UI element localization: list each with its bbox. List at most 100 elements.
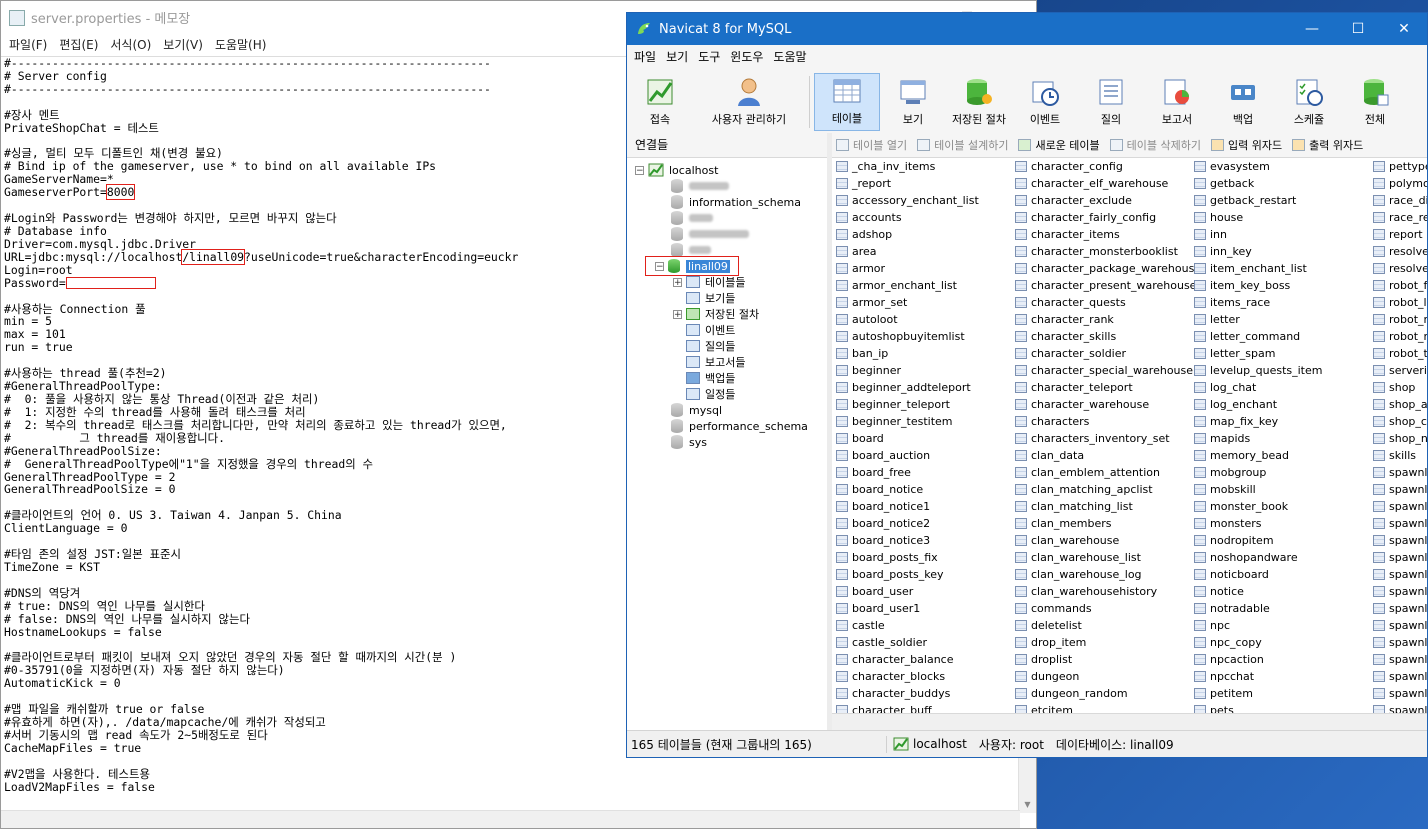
- navicat-close-button[interactable]: ✕: [1381, 13, 1427, 45]
- table-item[interactable]: spawnlis: [1373, 600, 1427, 617]
- table-item[interactable]: monster_book: [1194, 498, 1322, 515]
- table-item[interactable]: castle_soldier: [836, 634, 979, 651]
- table-item[interactable]: resolver: [1373, 243, 1427, 260]
- table-item[interactable]: monsters: [1194, 515, 1322, 532]
- nv-menu-help[interactable]: 도움말: [768, 48, 811, 65]
- table-item[interactable]: character_warehouse: [1015, 396, 1201, 413]
- menu-edit[interactable]: 편집(E): [53, 36, 104, 53]
- table-item[interactable]: character_fairly_config: [1015, 209, 1201, 226]
- table-item[interactable]: polymor: [1373, 175, 1427, 192]
- import-wizard-button[interactable]: 입력 위자드: [1211, 137, 1282, 153]
- tree-node-db-blurred-2[interactable]: [671, 210, 713, 226]
- table-item[interactable]: robot_te: [1373, 345, 1427, 362]
- table-item[interactable]: commands: [1015, 600, 1201, 617]
- table-item[interactable]: notradable: [1194, 600, 1322, 617]
- table-item[interactable]: armor: [836, 260, 979, 277]
- table-item[interactable]: character_soldier: [1015, 345, 1201, 362]
- table-item[interactable]: item_enchant_list: [1194, 260, 1322, 277]
- tree-node-db-blurred-3[interactable]: [671, 226, 749, 242]
- table-item[interactable]: letter_command: [1194, 328, 1322, 345]
- navicat-maximize-button[interactable]: ☐: [1335, 13, 1381, 45]
- table-item[interactable]: character_skills: [1015, 328, 1201, 345]
- tree-node-queries[interactable]: 질의들: [686, 338, 735, 354]
- table-item[interactable]: character_quests: [1015, 294, 1201, 311]
- design-table-button[interactable]: 테이블 설계하기: [917, 137, 1008, 153]
- table-item[interactable]: board_user1: [836, 600, 979, 617]
- table-item[interactable]: clan_warehousehistory: [1015, 583, 1201, 600]
- table-item[interactable]: board_notice: [836, 481, 979, 498]
- table-item[interactable]: spawnlis: [1373, 668, 1427, 685]
- table-item[interactable]: spawnlis: [1373, 498, 1427, 515]
- toolbar-schedule-button[interactable]: 스케쥴: [1276, 73, 1342, 131]
- table-item[interactable]: droplist: [1015, 651, 1201, 668]
- table-item[interactable]: shop_co: [1373, 413, 1427, 430]
- table-item[interactable]: npc: [1194, 617, 1322, 634]
- table-item[interactable]: board_notice3: [836, 532, 979, 549]
- table-item[interactable]: robot_n: [1373, 328, 1427, 345]
- table-item[interactable]: item_key_boss: [1194, 277, 1322, 294]
- toolbar-connect-button[interactable]: 접속: [627, 73, 693, 131]
- tree-node-db-blurred-1[interactable]: [671, 178, 729, 194]
- table-item[interactable]: beginner_addteleport: [836, 379, 979, 396]
- tree-node-sys[interactable]: sys: [671, 434, 707, 450]
- table-item[interactable]: race_re: [1373, 209, 1427, 226]
- table-item[interactable]: map_fix_key: [1194, 413, 1322, 430]
- table-item[interactable]: character_present_warehouse: [1015, 277, 1201, 294]
- table-item[interactable]: board_notice1: [836, 498, 979, 515]
- table-item[interactable]: robot_fi: [1373, 277, 1427, 294]
- tree-node-backups[interactable]: 백업들: [686, 370, 735, 386]
- table-item[interactable]: log_chat: [1194, 379, 1322, 396]
- table-item[interactable]: skills: [1373, 447, 1427, 464]
- table-item[interactable]: armor_enchant_list: [836, 277, 979, 294]
- nv-menu-window[interactable]: 윈도우: [725, 48, 768, 65]
- table-item[interactable]: clan_data: [1015, 447, 1201, 464]
- table-item[interactable]: ban_ip: [836, 345, 979, 362]
- table-item[interactable]: spawnlis: [1373, 634, 1427, 651]
- notepad-horizontal-scrollbar[interactable]: [1, 810, 1020, 828]
- table-item[interactable]: clan_members: [1015, 515, 1201, 532]
- toolbar-procedure-button[interactable]: 저장된 절차: [946, 73, 1012, 131]
- table-item[interactable]: letter: [1194, 311, 1322, 328]
- table-item[interactable]: _report: [836, 175, 979, 192]
- export-wizard-button[interactable]: 출력 위자드: [1292, 137, 1363, 153]
- table-item[interactable]: spawnlis: [1373, 532, 1427, 549]
- table-item[interactable]: deletelist: [1015, 617, 1201, 634]
- table-item[interactable]: characters: [1015, 413, 1201, 430]
- table-item[interactable]: character_blocks: [836, 668, 979, 685]
- toolbar-event-button[interactable]: 이벤트: [1012, 73, 1078, 131]
- table-item[interactable]: pettype: [1373, 158, 1427, 175]
- table-item[interactable]: inn: [1194, 226, 1322, 243]
- table-item[interactable]: noticboard: [1194, 566, 1322, 583]
- table-item[interactable]: character_exclude: [1015, 192, 1201, 209]
- table-item[interactable]: levelup_quests_item: [1194, 362, 1322, 379]
- tree-node-performance-schema[interactable]: performance_schema: [671, 418, 808, 434]
- table-item[interactable]: notice: [1194, 583, 1322, 600]
- table-item[interactable]: clan_warehouse_list: [1015, 549, 1201, 566]
- table-item[interactable]: house: [1194, 209, 1322, 226]
- table-item[interactable]: board_posts_fix: [836, 549, 979, 566]
- nv-menu-tools[interactable]: 도구: [693, 48, 725, 65]
- table-item[interactable]: noshopandware: [1194, 549, 1322, 566]
- delete-table-button[interactable]: 테이블 삭제하기: [1109, 137, 1201, 153]
- table-item[interactable]: board_notice2: [836, 515, 979, 532]
- table-item[interactable]: character_rank: [1015, 311, 1201, 328]
- table-item[interactable]: robot_lo: [1373, 294, 1427, 311]
- table-item[interactable]: character_monsterbooklist: [1015, 243, 1201, 260]
- table-item[interactable]: report: [1373, 226, 1427, 243]
- table-item[interactable]: mapids: [1194, 430, 1322, 447]
- table-item[interactable]: dungeon: [1015, 668, 1201, 685]
- table-item[interactable]: spawnlis: [1373, 549, 1427, 566]
- menu-view[interactable]: 보기(V): [157, 36, 209, 53]
- toolbar-table-button[interactable]: 테이블: [814, 73, 880, 131]
- table-item[interactable]: autoshopbuyitemlist: [836, 328, 979, 345]
- table-item[interactable]: getback_restart: [1194, 192, 1322, 209]
- tree-node-information-schema[interactable]: information_schema: [671, 194, 801, 210]
- table-item[interactable]: npcchat: [1194, 668, 1322, 685]
- table-item[interactable]: beginner_teleport: [836, 396, 979, 413]
- table-item[interactable]: spawnlis: [1373, 583, 1427, 600]
- nv-menu-view[interactable]: 보기: [661, 48, 693, 65]
- table-item[interactable]: board: [836, 430, 979, 447]
- table-item[interactable]: autoloot: [836, 311, 979, 328]
- open-table-button[interactable]: 테이블 열기: [836, 137, 907, 153]
- table-item[interactable]: spawnlis: [1373, 685, 1427, 702]
